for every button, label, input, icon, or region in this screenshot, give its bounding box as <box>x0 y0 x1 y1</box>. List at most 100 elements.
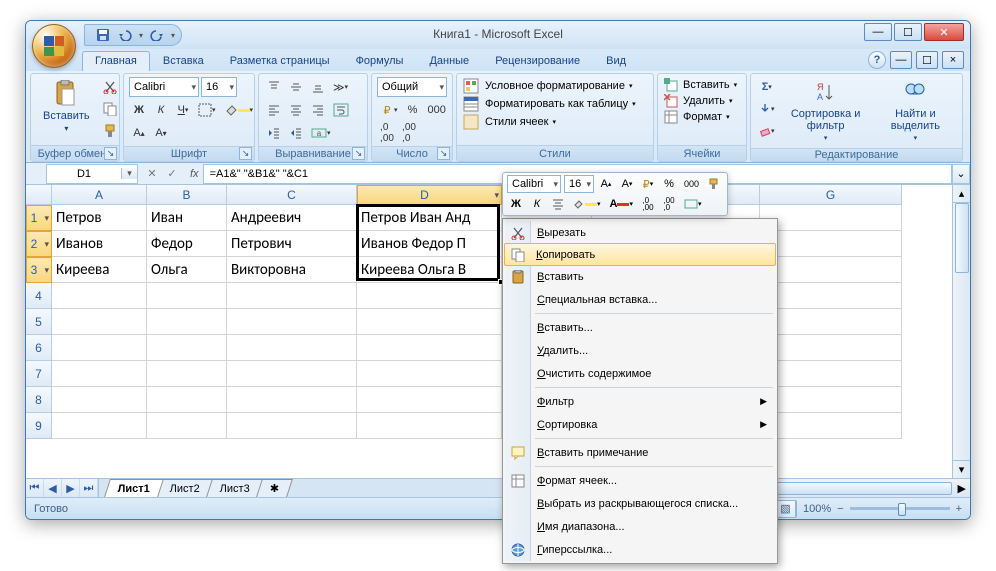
qat-customize-icon[interactable]: ▾ <box>171 31 175 40</box>
mini-font-name[interactable]: Calibri <box>507 175 561 193</box>
vertical-scrollbar[interactable]: ▴ ▾ <box>952 185 970 478</box>
cell-styles-button[interactable]: Стили ячеек▾ <box>463 114 556 130</box>
worksheet-grid[interactable]: ABCDEFG1ПетровИванАндреевичПетров Иван А… <box>26 185 970 478</box>
maximize-button[interactable]: ☐ <box>894 23 922 41</box>
name-box[interactable]: D1 ▾ <box>46 164 138 184</box>
fill-button[interactable]: ▾ <box>756 99 778 119</box>
cell[interactable]: Киреева Ольга В <box>357 257 502 283</box>
cell[interactable] <box>147 387 227 413</box>
column-header[interactable]: A <box>52 185 147 205</box>
conditional-formatting-button[interactable]: Условное форматирование▾ <box>463 78 632 94</box>
increase-indent-button[interactable] <box>286 123 306 143</box>
minimize-button[interactable]: — <box>864 23 892 41</box>
context-menu-item[interactable]: Фильтр▶ <box>505 390 775 413</box>
cell[interactable] <box>52 413 147 439</box>
cell[interactable]: Киреева <box>52 257 147 283</box>
decrease-indent-button[interactable] <box>264 123 284 143</box>
format-cells-button[interactable]: Формат▾ <box>664 110 730 124</box>
context-menu-item[interactable]: Вырезать <box>505 221 775 244</box>
sort-filter-button[interactable]: ЯА Сортировка и фильтр▾ <box>778 77 874 145</box>
increase-decimal-button[interactable]: ,0,00 <box>377 123 397 143</box>
merge-center-button[interactable]: a▾ <box>308 123 334 143</box>
context-menu-item[interactable]: Вставить примечание <box>505 441 775 464</box>
context-menu-item[interactable]: Копировать <box>504 243 776 266</box>
sheet-tab-2[interactable]: Лист2 <box>156 479 214 497</box>
mini-format-painter[interactable] <box>705 175 723 193</box>
cell[interactable] <box>357 309 502 335</box>
align-top-button[interactable] <box>264 77 284 97</box>
mini-dec-decimal[interactable]: ,00,0 <box>660 195 678 213</box>
mini-comma[interactable]: 000 <box>681 175 702 193</box>
mini-inc-decimal[interactable]: ,0,00 <box>639 195 657 213</box>
cell[interactable]: Викторовна <box>227 257 357 283</box>
percent-format-button[interactable]: % <box>403 100 423 120</box>
accounting-format-button[interactable]: ₽▾ <box>377 100 401 120</box>
mini-italic[interactable]: К <box>528 195 546 213</box>
mini-shrink-font[interactable]: A▾ <box>618 175 636 193</box>
mini-align-center[interactable] <box>549 195 567 213</box>
number-dialog-launcher[interactable]: ↘ <box>437 147 450 160</box>
mini-percent[interactable]: % <box>660 175 678 193</box>
row-header[interactable]: 3 <box>26 257 52 283</box>
cell[interactable] <box>227 335 357 361</box>
tab-insert[interactable]: Вставка <box>150 51 217 71</box>
context-menu-item[interactable]: Выбрать из раскрывающегося списка... <box>505 492 775 515</box>
context-menu-item[interactable]: Гиперссылка... <box>505 538 775 561</box>
decrease-decimal-button[interactable]: ,00,0 <box>399 123 419 143</box>
cell[interactable] <box>760 413 902 439</box>
cell[interactable]: Петров Иван Анд <box>357 205 502 231</box>
mini-currency[interactable]: ₽▾ <box>639 175 657 193</box>
delete-cells-button[interactable]: Удалить▾ <box>664 94 733 108</box>
cell[interactable] <box>52 335 147 361</box>
shrink-font-button[interactable]: A▾ <box>151 123 171 143</box>
page-break-view-button[interactable]: ▧ <box>776 501 796 517</box>
zoom-in-button[interactable]: + <box>956 503 962 515</box>
sheet-nav-first[interactable]: ⏮ <box>26 479 44 497</box>
tab-data[interactable]: Данные <box>416 51 482 71</box>
mini-merge[interactable]: ▾ <box>681 195 705 213</box>
cell[interactable] <box>760 309 902 335</box>
zoom-out-button[interactable]: − <box>837 503 843 515</box>
cell[interactable] <box>357 335 502 361</box>
name-box-dropdown-icon[interactable]: ▾ <box>121 168 137 179</box>
find-select-button[interactable]: Найти и выделить▾ <box>874 77 957 145</box>
cell[interactable] <box>357 361 502 387</box>
cell[interactable]: Петрович <box>227 231 357 257</box>
align-bottom-button[interactable] <box>308 77 328 97</box>
italic-button[interactable]: К <box>151 100 171 120</box>
cell[interactable]: Петров <box>52 205 147 231</box>
context-menu-item[interactable]: Специальная вставка... <box>505 288 775 311</box>
cell[interactable] <box>147 309 227 335</box>
new-sheet-tab[interactable]: ✱ <box>256 479 293 497</box>
fx-icon[interactable]: fx <box>190 168 199 180</box>
copy-button[interactable] <box>100 99 120 119</box>
row-header[interactable]: 2 <box>26 231 52 257</box>
accept-formula-button[interactable]: ✓ <box>162 164 182 184</box>
ribbon-close-button[interactable]: × <box>942 51 964 69</box>
cell[interactable]: Иванов Федор П <box>357 231 502 257</box>
tab-view[interactable]: Вид <box>593 51 639 71</box>
insert-cells-button[interactable]: Вставить▾ <box>664 78 737 92</box>
mini-fill-color[interactable]: ▾ <box>570 195 604 213</box>
column-header[interactable]: B <box>147 185 227 205</box>
cell[interactable] <box>52 387 147 413</box>
number-format-select[interactable]: Общий <box>377 77 447 97</box>
align-left-button[interactable] <box>264 100 284 120</box>
ribbon-restore-button[interactable]: ☐ <box>916 51 938 69</box>
sheet-nav-last[interactable]: ⏭ <box>80 479 98 497</box>
row-header[interactable]: 1 <box>26 205 52 231</box>
cell[interactable] <box>147 413 227 439</box>
cell[interactable]: Иванов <box>52 231 147 257</box>
undo-icon[interactable] <box>117 27 133 43</box>
redo-icon[interactable] <box>149 27 165 43</box>
cell[interactable] <box>52 309 147 335</box>
cell[interactable] <box>227 387 357 413</box>
cut-button[interactable] <box>100 77 120 97</box>
font-dialog-launcher[interactable]: ↘ <box>239 147 252 160</box>
tab-page-layout[interactable]: Разметка страницы <box>217 51 343 71</box>
underline-button[interactable]: Ч▾ <box>173 100 193 120</box>
format-painter-button[interactable] <box>100 121 120 141</box>
cell[interactable] <box>227 361 357 387</box>
context-menu-item[interactable]: Формат ячеек... <box>505 469 775 492</box>
row-header[interactable]: 8 <box>26 387 52 413</box>
